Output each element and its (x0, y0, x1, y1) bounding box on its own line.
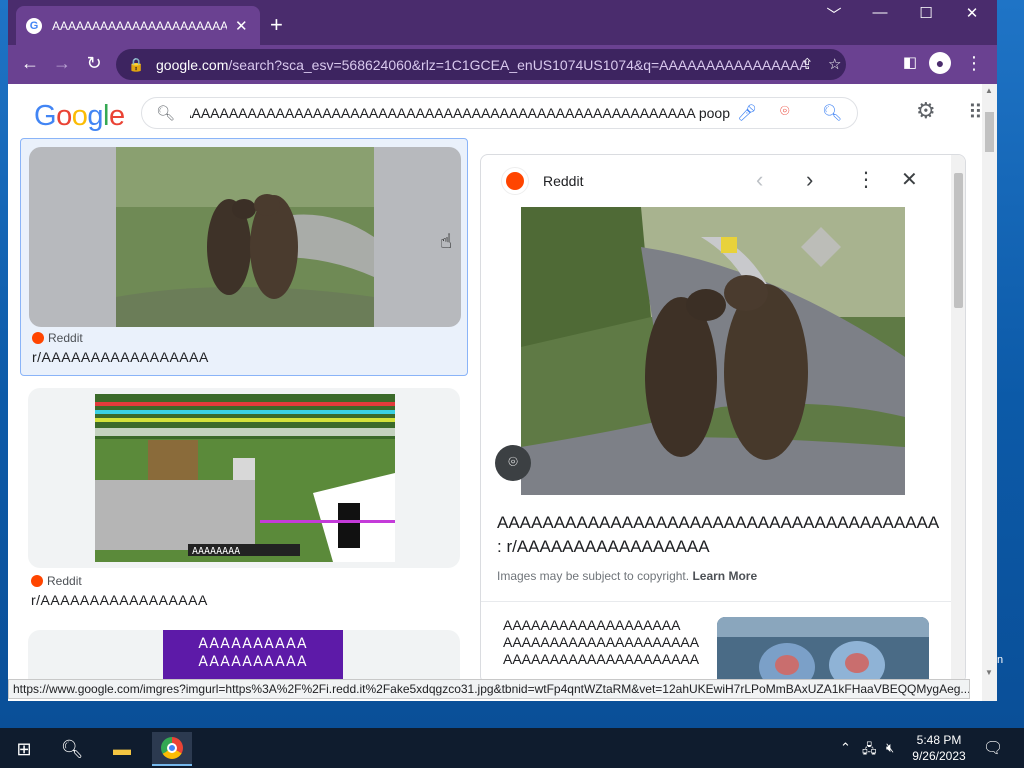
mouse-pointer-icon: ☝ (440, 231, 453, 253)
panel-header: Reddit ‹ › ⋮ ✕ (481, 155, 951, 207)
image-result-2[interactable]: AAAAAAAA Reddit r/AAAAAAAAAAAAAAAAA (20, 384, 468, 614)
profile-avatar-icon[interactable]: ● (929, 52, 951, 74)
bears-preview-image[interactable] (521, 207, 905, 495)
address-bar[interactable]: 🔒 google.com/search?sca_esv=568624060&rl… (116, 49, 846, 80)
volume-muted-icon[interactable]: 🔇︎ (886, 740, 894, 756)
network-icon[interactable]: 🖧 (862, 740, 877, 762)
learn-more-link[interactable]: Learn More (692, 569, 757, 583)
related-image-2[interactable] (717, 617, 929, 683)
desktop-edge-text: n (997, 654, 1004, 666)
related-image-1[interactable]: AAAAAAAAAAAAAAAAAAA AAAAAAAAAAAAAAAAAAAA… (503, 617, 703, 683)
windows-start-icon[interactable]: ⊞ (4, 732, 44, 766)
reddit-icon (32, 332, 44, 344)
bears-thumbnail-image (116, 147, 374, 327)
reddit-icon (31, 575, 43, 587)
panel-title[interactable]: AAAAAAAAAAAAAAAAAAAAAAAAAAAAAAAAAAAAAAA … (497, 511, 947, 559)
search-icon: 🔍︎ (156, 105, 176, 122)
search-box[interactable]: 🔍︎ AAAAAAAAAAAAAAAAAAAAAAAAAAAAAAAAAAAAA… (141, 97, 858, 129)
taskbar: ⊞ 🔍︎ ▬ ⌃ 🖧 🔇︎ 5:48 PM 9/26/2023 🗨 (0, 728, 1024, 768)
tab-search-button[interactable]: ﹀ (811, 4, 857, 25)
minimize-button[interactable]: — (857, 4, 903, 21)
page-scrollbar[interactable]: ▲ ▼ (982, 84, 997, 701)
result-source: Reddit (32, 331, 83, 345)
result-title[interactable]: r/AAAAAAAAAAAAAAAAA (31, 592, 208, 608)
taskbar-search-icon[interactable]: 🔍︎ (52, 732, 92, 766)
bears-image (521, 207, 905, 495)
result-thumbnail[interactable]: AAAAAAAA (28, 388, 460, 568)
notifications-icon[interactable]: 🗨 (983, 738, 1003, 758)
google-favicon-icon: G (26, 17, 42, 34)
baboons-image (717, 617, 929, 683)
browser-toolbar: ← → ↻ 🔒 google.com/search?sca_esv=568624… (8, 45, 997, 84)
google-logo[interactable]: Google (34, 100, 125, 133)
share-icon[interactable]: ⇪ (801, 55, 814, 73)
tray-chevron-icon[interactable]: ⌃ (840, 740, 851, 756)
forward-arrow-icon[interactable]: → (50, 53, 74, 74)
apps-grid-icon[interactable]: ⠿ (968, 100, 983, 125)
search-submit-icon[interactable]: 🔍︎ (822, 103, 842, 123)
tab-google-search[interactable]: G AAAAAAAAAAAAAAAAAAAAAAA ✕ (16, 6, 260, 45)
tab-strip: G AAAAAAAAAAAAAAAAAAAAAAA ✕ + ﹀ — ☐ ✕ (8, 0, 997, 45)
lens-search-icon[interactable]: ⌾ (780, 103, 790, 121)
menu-kebab-icon[interactable]: ⋮ (962, 53, 986, 74)
bookmark-star-icon[interactable]: ☆ (828, 55, 841, 73)
panel-scrollbar[interactable] (951, 155, 965, 683)
more-options-icon[interactable]: ⋮ (856, 167, 876, 192)
result-thumbnail[interactable] (29, 147, 461, 327)
chrome-window: G AAAAAAAAAAAAAAAAAAAAAAA ✕ + ﹀ — ☐ ✕ ← … (8, 0, 997, 701)
minecraft-overlay-text: AAAAAAAA (192, 546, 240, 557)
search-input[interactable]: AAAAAAAAAAAAAAAAAAAAAAAAAAAAAAAAAAAAAAAA… (190, 105, 730, 121)
link-status-bar: https://www.google.com/imgres?imgurl=htt… (8, 679, 970, 699)
result-source: Reddit (31, 574, 82, 588)
minecraft-thumbnail-image: AAAAAAAA (95, 394, 395, 562)
maximize-button[interactable]: ☐ (903, 4, 949, 22)
url-text[interactable]: google.com/search?sca_esv=568624060&rlz=… (156, 57, 806, 73)
copyright-notice: Images may be subject to copyright. Lear… (497, 569, 758, 583)
tab-title: AAAAAAAAAAAAAAAAAAAAAAA (52, 18, 227, 33)
reddit-logo-icon (501, 167, 529, 195)
chrome-taskbar-icon[interactable] (152, 732, 192, 766)
google-images-page: Google 🔍︎ AAAAAAAAAAAAAAAAAAAAAAAAAAAAAA… (8, 84, 997, 701)
previous-chevron-icon[interactable]: ‹ (756, 167, 763, 193)
close-window-button[interactable]: ✕ (949, 4, 995, 22)
close-panel-icon[interactable]: ✕ (901, 167, 918, 192)
image-result-1[interactable]: Reddit r/AAAAAAAAAAAAAAAAA (20, 138, 468, 376)
next-chevron-icon[interactable]: › (806, 167, 813, 193)
reload-icon[interactable]: ↻ (82, 53, 106, 74)
settings-gear-icon[interactable]: ⚙ (916, 98, 936, 124)
file-explorer-icon[interactable]: ▬ (102, 732, 142, 766)
lock-icon: 🔒 (128, 56, 145, 72)
panel-source-name[interactable]: Reddit (543, 173, 583, 189)
back-arrow-icon[interactable]: ← (18, 53, 42, 74)
new-tab-button[interactable]: + (270, 12, 283, 38)
visual-search-icon[interactable]: ⌾ (495, 445, 531, 481)
image-result-3[interactable]: AAAAAAAAAA AAAAAAAAAA (20, 622, 468, 690)
clock[interactable]: 5:48 PM 9/26/2023 (900, 732, 978, 764)
side-panel-icon[interactable]: ◧ (898, 53, 922, 71)
voice-search-icon[interactable]: 🎤︎ (737, 103, 757, 123)
tab-close-icon[interactable]: ✕ (233, 17, 250, 35)
divider (481, 601, 951, 602)
image-preview-panel: Reddit ‹ › ⋮ ✕ ⌾ AAAAAAAAAAAAAAAAAAAAAAA… (480, 154, 966, 684)
result-title[interactable]: r/AAAAAAAAAAAAAAAAA (32, 349, 209, 365)
